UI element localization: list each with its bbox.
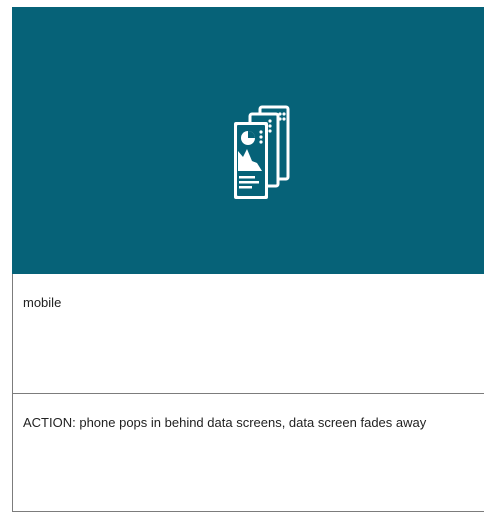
storyboard-panel-title: mobile [12,274,484,394]
stacked-data-screens-icon [234,105,290,199]
panel-label: mobile [23,295,62,310]
storyboard-hero [12,7,484,274]
storyboard-frame: mobile ACTION: phone pops in behind data… [0,0,484,517]
panel-action-text: ACTION: phone pops in behind data screen… [23,415,427,430]
storyboard-panel-action: ACTION: phone pops in behind data screen… [12,394,484,512]
